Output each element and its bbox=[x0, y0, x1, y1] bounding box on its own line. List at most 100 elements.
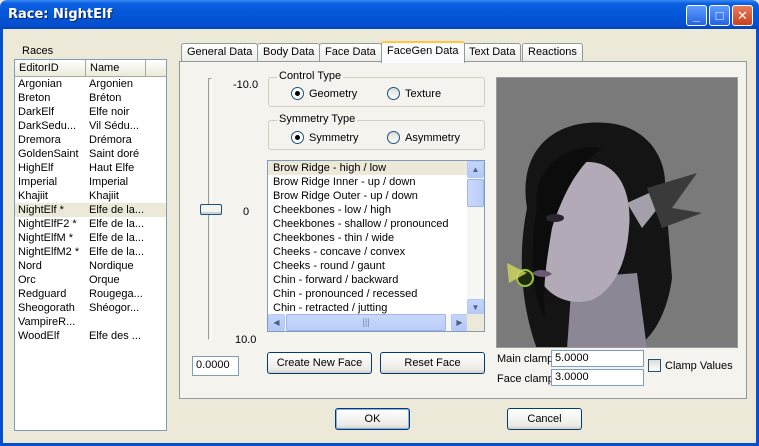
race-editorid-cell: DarkElf bbox=[18, 106, 55, 118]
race-name-cell: Haut Elfe bbox=[89, 162, 135, 174]
feature-list-item[interactable]: Cheeks - concave / convex bbox=[268, 245, 468, 259]
control-type-title: Control Type bbox=[277, 70, 344, 82]
race-row[interactable]: Redguard Rougega... bbox=[15, 287, 166, 301]
feature-list-item[interactable]: Chin - pronounced / recessed bbox=[268, 287, 468, 301]
race-name-cell: Saint doré bbox=[89, 148, 140, 160]
minimize-icon: _ bbox=[692, 8, 701, 23]
race-name-cell bbox=[86, 315, 148, 329]
tab-face-data[interactable]: Face Data bbox=[319, 43, 382, 62]
slider-value-input[interactable]: 0.0000 bbox=[192, 356, 239, 376]
race-row[interactable]: NightElfM2 * Elfe de la... bbox=[15, 245, 166, 259]
minimize-button[interactable]: _ bbox=[686, 5, 707, 26]
hscroll-thumb[interactable]: ||| bbox=[286, 314, 446, 331]
feature-list-item[interactable]: Cheekbones - low / high bbox=[268, 203, 468, 217]
races-list-header: EditorID Name bbox=[15, 60, 166, 77]
scroll-left-arrow-icon[interactable]: ◀ bbox=[268, 314, 285, 331]
races-list[interactable]: EditorID Name Argonian Argonien Breton Brét… bbox=[14, 59, 167, 431]
face-clamp-input[interactable]: 3.0000 bbox=[551, 369, 644, 386]
race-name-cell: Elfe noir bbox=[89, 106, 130, 118]
race-editorid-cell: NightElfF2 * bbox=[18, 218, 77, 230]
feature-list-item[interactable]: Cheekbones - thin / wide bbox=[268, 231, 468, 245]
radio-asymmetry[interactable]: Asymmetry bbox=[387, 131, 460, 144]
control-type-group: Control Type Geometry Texture bbox=[268, 70, 485, 107]
race-name-cell: Rougega... bbox=[89, 288, 143, 300]
column-header-editorid[interactable]: EditorID bbox=[15, 60, 86, 77]
race-name-cell: Shéogor... bbox=[89, 302, 140, 314]
slider-max-label: 10.0 bbox=[235, 334, 257, 346]
tab-general-data[interactable]: General Data bbox=[181, 43, 259, 62]
race-name-cell: Elfe de la... bbox=[89, 218, 145, 230]
radio-asymmetry-indicator bbox=[387, 131, 400, 144]
close-icon: ✕ bbox=[737, 8, 748, 23]
race-editorid-cell: Imperial bbox=[18, 176, 58, 188]
race-row[interactable]: NightElfM * Elfe de la... bbox=[15, 231, 166, 245]
race-editorid-cell: HighElf bbox=[18, 162, 54, 174]
facegen-feature-list[interactable]: Brow Ridge - high / low Brow Ridge Inner … bbox=[267, 160, 485, 332]
race-name-cell: Vil Sédu... bbox=[89, 120, 139, 132]
race-editorid-cell: Redguard bbox=[18, 288, 67, 300]
race-row[interactable]: Argonian Argonien bbox=[15, 77, 166, 91]
radio-texture-label: Texture bbox=[405, 87, 442, 100]
scroll-up-arrow-icon[interactable]: ▲ bbox=[467, 161, 484, 178]
race-row[interactable]: HighElf Haut Elfe bbox=[15, 161, 166, 175]
ok-button[interactable]: OK bbox=[335, 408, 410, 430]
clamp-values-checkbox[interactable] bbox=[648, 359, 661, 372]
radio-geometry[interactable]: Geometry bbox=[291, 87, 357, 100]
scroll-right-arrow-icon[interactable]: ▶ bbox=[451, 314, 468, 331]
feature-list-item[interactable]: Chin - forward / backward bbox=[268, 273, 468, 287]
race-row[interactable]: Sheogorath Shéogor... bbox=[15, 301, 166, 315]
race-name-cell: Elfe de la... bbox=[89, 246, 145, 258]
race-row[interactable]: WoodElf Elfe des ... bbox=[15, 329, 166, 343]
vscroll-thumb[interactable] bbox=[467, 179, 484, 207]
feature-list-vscroll[interactable]: ▲ ▼ bbox=[467, 161, 484, 316]
race-row[interactable]: Breton Bréton bbox=[15, 91, 166, 105]
race-row[interactable]: Nord Nordique bbox=[15, 259, 166, 273]
race-name-cell: Elfe des ... bbox=[89, 330, 141, 342]
race-editorid-cell: Khajiit bbox=[18, 190, 48, 202]
race-editorid-cell: Dremora bbox=[18, 134, 61, 146]
symmetry-type-group: Symmetry Type Symmetry Asymmetry bbox=[268, 113, 485, 150]
column-header-name[interactable]: Name bbox=[86, 60, 146, 77]
close-button[interactable]: ✕ bbox=[732, 5, 753, 26]
radio-texture[interactable]: Texture bbox=[387, 87, 441, 100]
race-editorid-cell: VampireR... bbox=[18, 316, 76, 328]
tab-facegen-data[interactable]: FaceGen Data bbox=[381, 41, 465, 63]
radio-asymmetry-label: Asymmetry bbox=[405, 131, 460, 144]
tab-reactions[interactable]: Reactions bbox=[522, 43, 583, 62]
main-clamp-label: Main clamp bbox=[497, 353, 554, 365]
radio-symmetry[interactable]: Symmetry bbox=[291, 131, 359, 144]
face-preview-viewport[interactable] bbox=[496, 77, 738, 348]
feature-list-item[interactable]: Cheeks - round / gaunt bbox=[268, 259, 468, 273]
main-clamp-input[interactable]: 5.0000 bbox=[551, 350, 644, 367]
slider-thumb[interactable] bbox=[200, 204, 222, 215]
race-row[interactable]: NightElfF2 * Elfe de la... bbox=[15, 217, 166, 231]
tab-body-data[interactable]: Body Data bbox=[257, 43, 321, 62]
feature-list-hscroll[interactable]: ◀ ||| ▶ bbox=[268, 314, 468, 331]
race-name-cell: Elfe de la... bbox=[89, 232, 145, 244]
tab-text-data[interactable]: Text Data bbox=[463, 43, 522, 62]
cancel-button[interactable]: Cancel bbox=[507, 408, 582, 430]
feature-list-item[interactable]: Brow Ridge Inner - up / down bbox=[268, 175, 468, 189]
race-row[interactable]: Orc Orque bbox=[15, 273, 166, 287]
feature-list-item[interactable]: Brow Ridge Outer - up / down bbox=[268, 189, 468, 203]
race-row[interactable]: DarkSedu... Vil Sédu... bbox=[15, 119, 166, 133]
face-clamp-label: Face clamp bbox=[497, 373, 554, 385]
radio-geometry-indicator bbox=[291, 87, 304, 100]
race-row[interactable]: VampireR... bbox=[15, 315, 166, 329]
race-editorid-cell: GoldenSaint bbox=[18, 148, 79, 160]
race-row[interactable]: Imperial Imperial bbox=[15, 175, 166, 189]
reset-face-button[interactable]: Reset Face bbox=[380, 352, 485, 374]
feature-list-item[interactable]: Cheekbones - shallow / pronounced bbox=[268, 217, 468, 231]
feature-list-item[interactable]: Brow Ridge - high / low bbox=[268, 161, 468, 175]
feature-list-item[interactable]: Chin - retracted / jutting bbox=[268, 301, 468, 315]
race-row[interactable]: NightElf * Elfe de la... bbox=[15, 203, 166, 217]
race-row[interactable]: GoldenSaint Saint doré bbox=[15, 147, 166, 161]
maximize-button[interactable]: □ bbox=[709, 5, 730, 26]
race-row[interactable]: Dremora Drémora bbox=[15, 133, 166, 147]
race-row[interactable]: Khajiit Khajiit bbox=[15, 189, 166, 203]
create-new-face-button[interactable]: Create New Face bbox=[267, 352, 372, 374]
race-row[interactable]: DarkElf Elfe noir bbox=[15, 105, 166, 119]
race-editorid-cell: NightElfM * bbox=[18, 232, 74, 244]
title-bar[interactable]: Race: NightElf _ □ ✕ bbox=[0, 0, 759, 29]
races-label: Races bbox=[22, 45, 54, 57]
